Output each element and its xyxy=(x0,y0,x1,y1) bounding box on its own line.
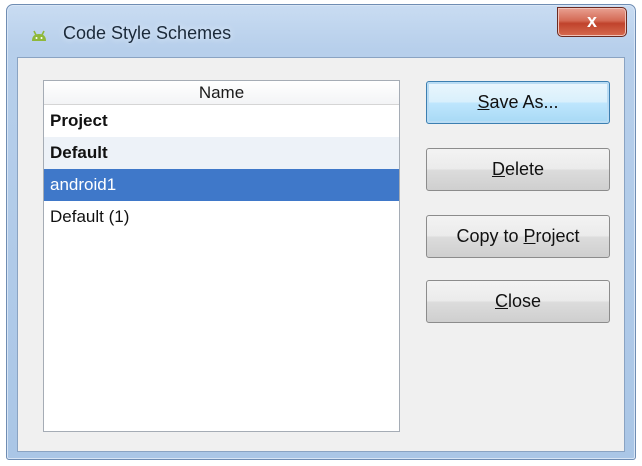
close-button[interactable]: Close xyxy=(426,280,610,323)
title-bar[interactable]: Code Style Schemes x xyxy=(7,5,635,57)
close-window-button[interactable]: x xyxy=(557,7,627,37)
copy-to-project-mnemonic: P xyxy=(523,226,536,246)
list-item-project[interactable]: Project xyxy=(44,105,399,137)
copy-to-project-button[interactable]: Copy to Project xyxy=(426,215,610,258)
window-title: Code Style Schemes xyxy=(63,23,232,43)
android-icon xyxy=(32,30,46,41)
save-as-button[interactable]: Save As... xyxy=(426,81,610,124)
close-icon: x xyxy=(586,11,597,31)
list-item-default[interactable]: Default xyxy=(44,137,399,169)
column-header-name[interactable]: Name xyxy=(44,81,399,105)
close-label: lose xyxy=(507,291,542,311)
scheme-list[interactable]: Name Project Default android1 Default (1… xyxy=(43,80,400,432)
save-as-mnemonic: S xyxy=(477,92,490,112)
copy-to-project-label-end: roject xyxy=(535,226,580,246)
dialog-content: Name Project Default android1 Default (1… xyxy=(17,57,625,452)
save-as-label: ave As... xyxy=(489,92,559,112)
delete-mnemonic: D xyxy=(491,159,505,179)
list-item-default-1[interactable]: Default (1) xyxy=(44,201,399,233)
copy-to-project-label-start: Copy to xyxy=(456,226,524,246)
list-item-android1[interactable]: android1 xyxy=(44,169,399,201)
dialog-window: Code Style Schemes x Name Project Defaul… xyxy=(6,4,636,460)
close-mnemonic: C xyxy=(494,291,508,311)
delete-label: elete xyxy=(504,159,545,179)
delete-button[interactable]: Delete xyxy=(426,148,610,191)
